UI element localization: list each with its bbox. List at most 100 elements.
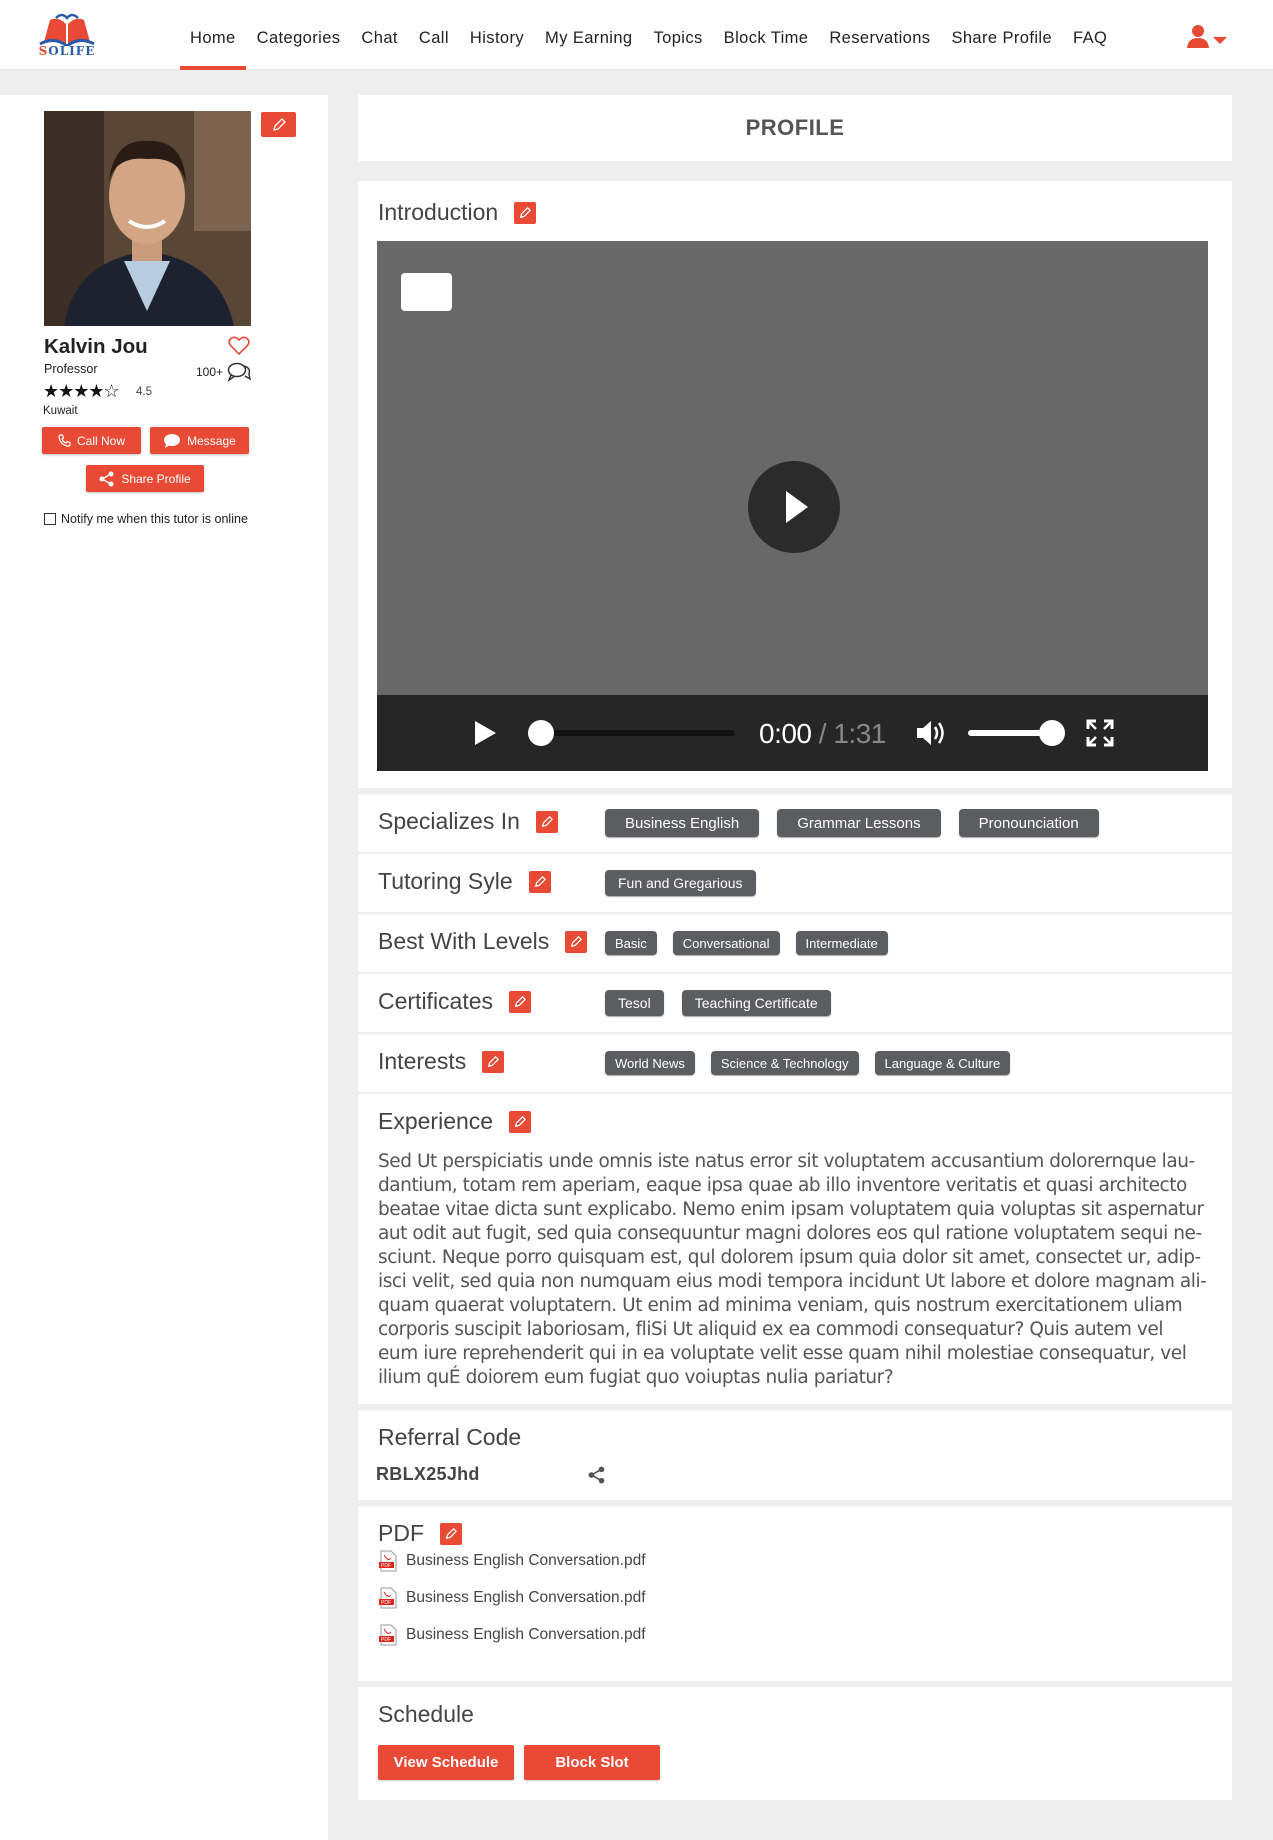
pdf-edit-button[interactable] (440, 1522, 462, 1545)
share-profile-label: Share Profile (121, 471, 191, 486)
experience-section: Experience Sed Ut perspiciatis unde omni… (358, 1094, 1232, 1404)
referral-code: RBLX25Jhd (376, 1464, 480, 1484)
pencil-icon (520, 206, 532, 218)
experience-line: sciunt. Neque porro quisquam est, qul do… (378, 1247, 1201, 1268)
pdf-file-link[interactable]: PDF Business English Conversation.pdf (378, 1550, 646, 1572)
pdf-title: PDF (378, 1520, 462, 1547)
experience-line: ilium quÉ doiorem eum fugiat quo voiupta… (378, 1367, 894, 1388)
page-title: PROFILE (745, 115, 845, 140)
interests-tags: World News Science & Technology Language &… (605, 1034, 1026, 1092)
play-icon[interactable] (473, 720, 497, 746)
tag-chip: Conversational (672, 931, 780, 955)
nav-share-profile[interactable]: Share Profile (951, 0, 1052, 70)
volume-slider[interactable] (968, 720, 1065, 746)
referral-section: Referral Code RBLX25Jhd (358, 1410, 1232, 1500)
play-overlay-button[interactable] (748, 461, 840, 553)
pdf-file-name: Business English Conversation.pdf (406, 1626, 646, 1643)
certificates-title: Certificates (378, 988, 532, 1015)
pdf-file-link[interactable]: PDF Business English Conversation.pdf (378, 1587, 646, 1609)
video-progress-handle[interactable] (528, 720, 554, 746)
nav-history[interactable]: History (470, 0, 524, 70)
tag-chip: World News (605, 1051, 695, 1075)
experience-title: Experience (378, 1108, 532, 1135)
caret-down-icon (1213, 37, 1227, 44)
certificates-title-text: Certificates (378, 988, 494, 1014)
pencil-icon (534, 875, 546, 887)
tag-chip: Language & Culture (874, 1051, 1011, 1075)
svg-text:PDF: PDF (381, 1637, 391, 1643)
introduction-section: Introduction 0:00 / 1:31 (358, 181, 1232, 788)
logo-text: SOLIFE (38, 44, 96, 58)
pencil-icon (488, 1055, 500, 1067)
notify-checkbox[interactable] (44, 513, 56, 525)
tag-chip: Fun and Gregarious (605, 870, 756, 896)
fullscreen-icon[interactable] (1086, 719, 1114, 747)
experience-line: corporis suscipit laboriosam, fliSi Ut a… (378, 1319, 1164, 1340)
certificates-section: Certificates Tesol Teaching Certificate (358, 974, 1232, 1032)
pdf-file-name: Business English Conversation.pdf (406, 1552, 646, 1569)
experience-line: beatae vitae dicta sunt explicabo. Nemo … (378, 1199, 1204, 1220)
certificates-tags: Tesol Teaching Certificate (605, 974, 849, 1032)
video-time: 0:00 / 1:31 (759, 718, 886, 750)
pdf-file-name: Business English Conversation.pdf (406, 1589, 646, 1606)
view-schedule-button[interactable]: View Schedule (378, 1745, 514, 1780)
tag-chip: Tesol (605, 990, 664, 1016)
call-now-label: Call Now (76, 433, 125, 448)
tutor-sidebar: Kalvin Jou Professor 100+ ★★★★☆ 4.5 Kuwa… (0, 95, 328, 1840)
svg-text:PDF: PDF (381, 1563, 391, 1569)
introduction-title: Introduction (378, 199, 537, 226)
tag-chip: Science & Technology (710, 1051, 859, 1075)
certificates-edit-button[interactable] (509, 990, 532, 1013)
experience-line: aut odit aut fugit, sed quia consequuntu… (378, 1223, 1202, 1244)
share-icon[interactable] (588, 1466, 606, 1484)
tutoring-style-edit-button[interactable] (528, 870, 551, 893)
message-button[interactable]: Message (150, 427, 249, 454)
levels-edit-button[interactable] (565, 930, 588, 953)
nav-my-earning[interactable]: My Earning (545, 0, 632, 70)
avatar-edit-button[interactable] (261, 112, 296, 137)
chat-bubbles-icon[interactable] (227, 361, 252, 383)
experience-edit-button[interactable] (509, 1110, 532, 1133)
pdf-file-link[interactable]: PDF Business English Conversation.pdf (378, 1624, 646, 1646)
nav-block-time[interactable]: Block Time (724, 0, 809, 70)
nav-topics[interactable]: Topics (654, 0, 703, 70)
block-slot-button[interactable]: Block Slot (524, 1745, 660, 1780)
share-icon (99, 471, 114, 486)
heart-icon[interactable] (228, 336, 250, 356)
nav-reservations[interactable]: Reservations (829, 0, 930, 70)
pdf-title-text: PDF (378, 1520, 424, 1546)
share-profile-button[interactable]: Share Profile (86, 465, 204, 492)
tutor-name: Kalvin Jou (44, 335, 148, 358)
levels-tags: Basic Conversational Intermediate (605, 914, 904, 972)
referral-title: Referral Code (378, 1424, 522, 1450)
svg-text:PDF: PDF (381, 1600, 391, 1606)
pencil-icon (571, 935, 583, 947)
volume-handle[interactable] (1038, 720, 1065, 746)
experience-line: quam quaerat voluptatern. Ut enim ad min… (378, 1295, 1183, 1316)
nav-faq[interactable]: FAQ (1073, 0, 1107, 70)
pencil-icon (273, 118, 286, 131)
specializes-edit-button[interactable] (535, 810, 558, 833)
message-bubble-icon (164, 433, 181, 448)
call-now-button[interactable]: Call Now (42, 427, 141, 454)
solife-logo[interactable]: SOLIFE (36, 12, 98, 60)
tutoring-style-title: Tutoring Syle (378, 868, 551, 895)
tag-chip: Basic (605, 931, 657, 955)
notify-label: Notify me when this tutor is online (61, 512, 248, 526)
introduction-edit-button[interactable] (514, 201, 537, 224)
video-progress-bar[interactable] (528, 720, 735, 746)
pencil-icon (541, 815, 553, 827)
notify-online-row[interactable]: Notify me when this tutor is online (44, 512, 248, 526)
levels-title-text: Best With Levels (378, 928, 550, 954)
pencil-icon (445, 1527, 457, 1539)
intro-video-player[interactable]: 0:00 / 1:31 (377, 241, 1208, 771)
nav-home[interactable]: Home (180, 0, 246, 70)
nav-call[interactable]: Call (419, 0, 449, 70)
user-menu[interactable] (1186, 24, 1232, 50)
interests-edit-button[interactable] (482, 1050, 505, 1073)
nav-categories[interactable]: Categories (257, 0, 341, 70)
interests-title: Interests (378, 1048, 505, 1075)
tutoring-style-tags: Fun and Gregarious (605, 854, 774, 912)
volume-icon[interactable] (915, 719, 947, 747)
nav-chat[interactable]: Chat (361, 0, 397, 70)
